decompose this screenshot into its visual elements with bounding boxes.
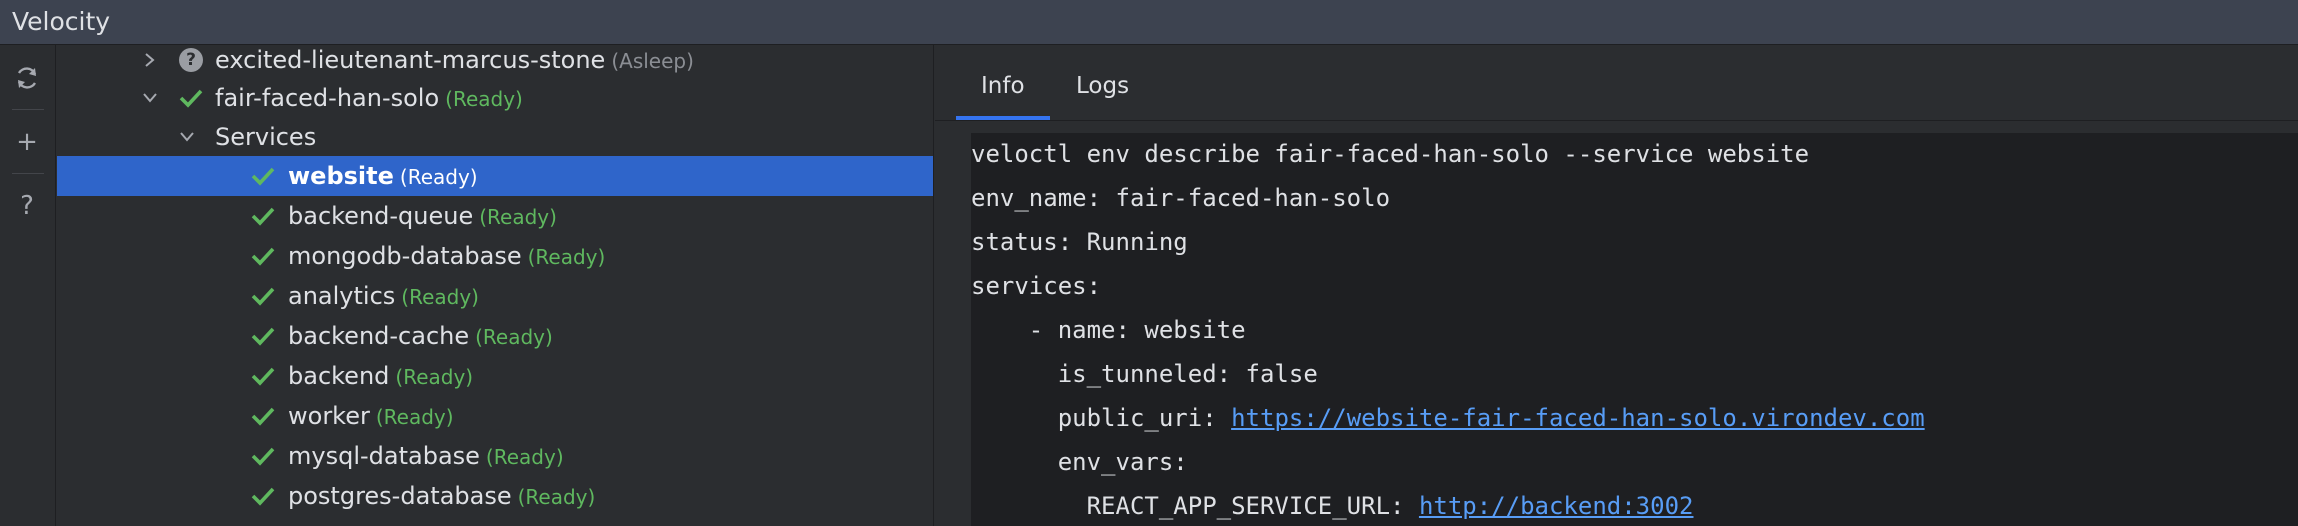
tab-info[interactable]: Info [981, 73, 1025, 99]
console-line: veloctl env describe fair-faced-han-solo… [971, 140, 1810, 168]
console-line: env_vars: [971, 448, 1188, 476]
check-icon [250, 483, 276, 509]
status-label: (Ready) [445, 87, 523, 111]
status-label: (Ready) [479, 205, 557, 229]
public-uri-link[interactable]: https://website-fair-faced-han-solo.viro… [1231, 404, 1925, 432]
chevron-right-icon[interactable] [140, 50, 160, 70]
console-key: REACT_APP_SERVICE_URL: [971, 492, 1419, 520]
tree-node-service-postgres-database[interactable]: postgres-database (Ready) [57, 476, 933, 516]
service-name: mongodb-database [288, 242, 522, 270]
tree-node-env-fair-faced-han-solo[interactable]: fair-faced-han-solo (Ready) [57, 78, 933, 118]
service-name: backend-cache [288, 322, 470, 350]
check-icon [250, 443, 276, 469]
refresh-button[interactable] [10, 61, 44, 95]
detail-panel: Info Logs veloctl env describe fair-face… [935, 45, 2298, 526]
service-name: worker [288, 402, 370, 430]
active-tab-indicator [956, 116, 1050, 120]
service-name: backend-queue [288, 202, 474, 230]
tree-node-service-backend-cache[interactable]: backend-cache (Ready) [57, 316, 933, 356]
status-label: (Ready) [517, 485, 596, 509]
tab-logs[interactable]: Logs [1076, 73, 1129, 99]
help-button[interactable]: ? [10, 189, 44, 223]
status-label: (Ready) [399, 165, 478, 189]
console-output[interactable]: veloctl env describe fair-faced-han-solo… [971, 133, 2298, 526]
check-icon [178, 85, 204, 111]
check-icon [250, 243, 276, 269]
status-label: (Ready) [475, 325, 553, 349]
toolbar-separator [12, 109, 44, 110]
add-button[interactable]: + [10, 125, 44, 159]
tree-node-service-backend[interactable]: backend (Ready) [57, 356, 933, 396]
tree-node-service-mongodb-database[interactable]: mongodb-database (Ready) [57, 236, 933, 276]
check-icon [250, 403, 276, 429]
check-icon [250, 363, 276, 389]
check-icon [250, 283, 276, 309]
tree-node-service-website[interactable]: website (Ready) [57, 156, 933, 196]
console-line: public_uri: https://website-fair-faced-h… [971, 404, 1925, 432]
console-line: services: [971, 272, 1102, 300]
console-line: REACT_APP_SERVICE_URL: http://backend:30… [971, 492, 1694, 520]
tool-strip: + ? [0, 45, 56, 526]
tree-node-service-mysql-database[interactable]: mysql-database (Ready) [57, 436, 933, 476]
console-line: - name: website [971, 316, 1246, 344]
refresh-icon [17, 67, 37, 89]
environment-tree: ? excited-lieutenant-marcus-stone (Asleep… [57, 45, 934, 526]
chevron-down-icon[interactable] [177, 127, 197, 147]
console-line: env_name: fair-faced-han-solo [971, 184, 1391, 212]
service-name: website [288, 162, 394, 190]
question-icon: ? [20, 191, 34, 221]
env-name: excited-lieutenant-marcus-stone [215, 46, 606, 74]
tab-bar: Info Logs [935, 45, 2298, 121]
service-name: analytics [288, 282, 396, 310]
services-group-label: Services [215, 123, 317, 151]
status-label: (Asleep) [611, 49, 694, 73]
plus-icon: + [16, 127, 38, 157]
tree-node-service-analytics[interactable]: analytics (Ready) [57, 276, 933, 316]
title-bar: Velocity [0, 0, 2298, 45]
console-key: public_uri: [971, 404, 1232, 432]
status-label: (Ready) [395, 365, 474, 389]
window-title: Velocity [12, 7, 111, 36]
console-line: is_tunneled: false [971, 360, 1318, 388]
unknown-status-icon: ? [178, 47, 204, 73]
service-url-link[interactable]: http://backend:3002 [1419, 492, 1694, 520]
console-line: status: Running [971, 228, 1188, 256]
check-icon [250, 203, 276, 229]
chevron-down-icon[interactable] [140, 88, 160, 108]
status-label: (Ready) [527, 245, 606, 269]
service-name: postgres-database [288, 482, 512, 510]
env-name: fair-faced-han-solo [215, 84, 440, 112]
tree-node-env-excited-lieutenant-marcus-stone[interactable]: ? excited-lieutenant-marcus-stone (Asleep… [57, 45, 933, 80]
tree-node-services-group[interactable]: Services [57, 117, 933, 157]
status-label: (Ready) [485, 445, 564, 469]
status-label: (Ready) [375, 405, 454, 429]
tree-node-service-backend-queue[interactable]: backend-queue (Ready) [57, 196, 933, 236]
toolbar-separator [12, 173, 44, 174]
service-name: backend [288, 362, 390, 390]
check-icon [250, 323, 276, 349]
check-icon [250, 163, 276, 189]
status-label: (Ready) [401, 285, 479, 309]
tree-node-service-worker[interactable]: worker (Ready) [57, 396, 933, 436]
service-name: mysql-database [288, 442, 480, 470]
